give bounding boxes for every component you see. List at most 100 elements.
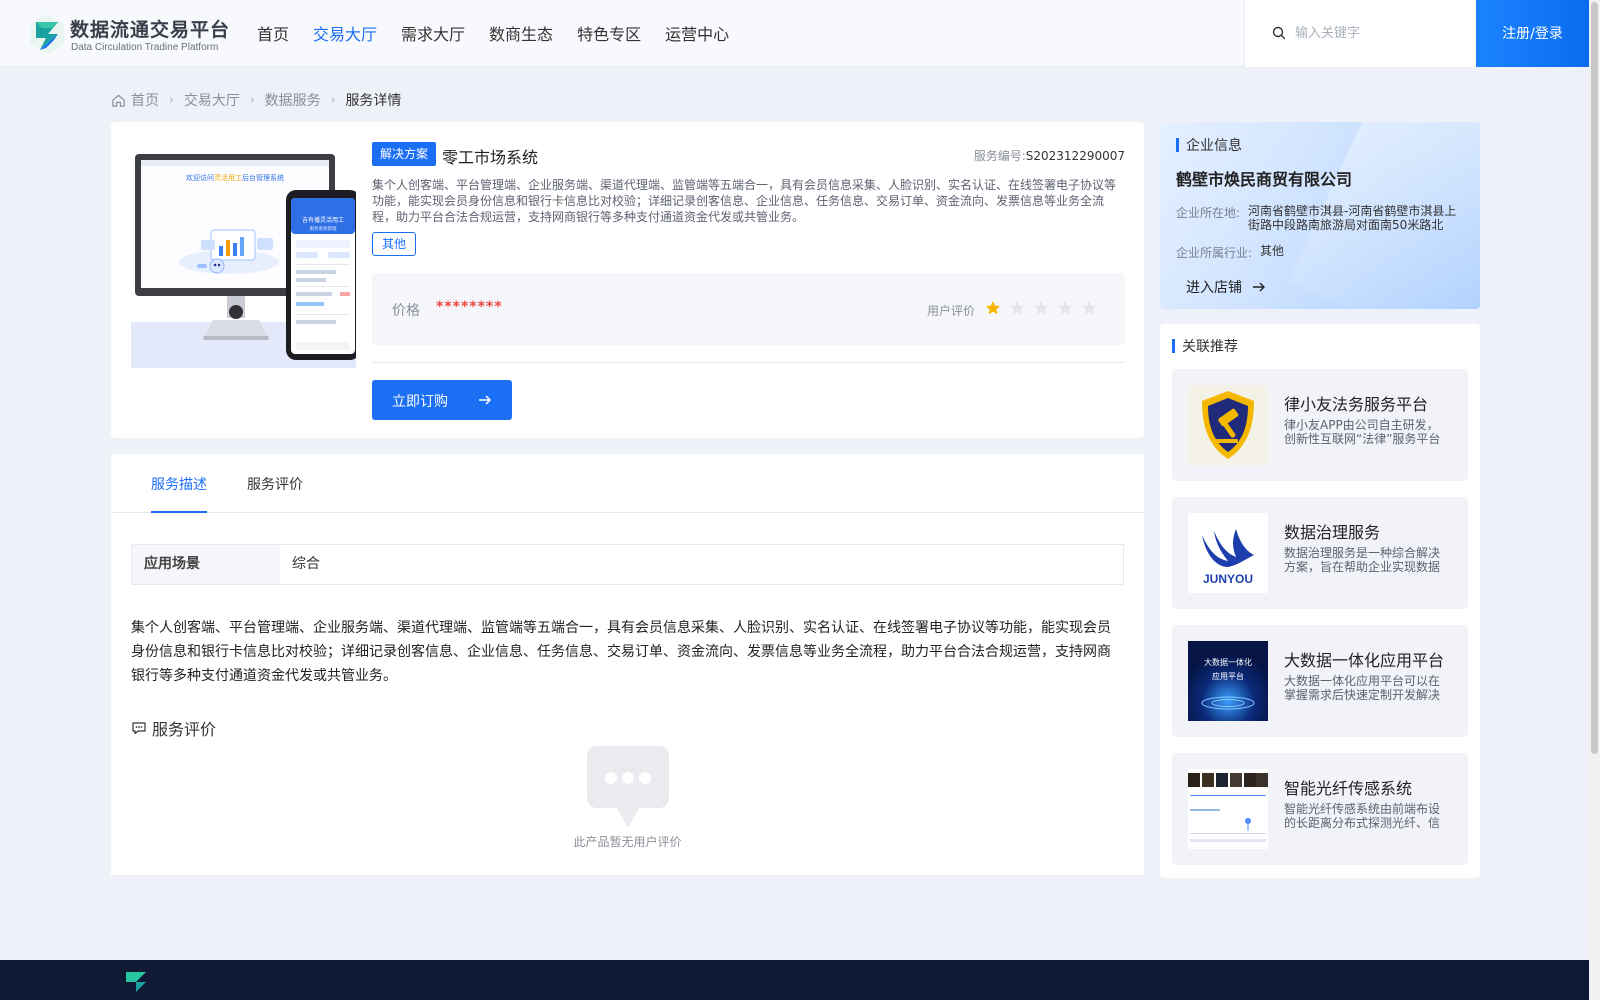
- nav-home[interactable]: 首页: [257, 0, 289, 67]
- order-now-button[interactable]: 立即订购: [372, 380, 512, 420]
- svg-text:应用平台: 应用平台: [1212, 671, 1244, 681]
- nav-operation-center[interactable]: 运营中心: [665, 0, 729, 67]
- logo-subtitle: Data Circulation Tradine Platform: [71, 42, 219, 53]
- company-section-title: 企业信息: [1186, 138, 1242, 154]
- attribute-value: 综合: [292, 556, 320, 572]
- chevron-right-icon: ›: [169, 93, 174, 107]
- site-logo[interactable]: 数据流通交易平台 Data Circulation Tradine Platfo…: [28, 13, 229, 55]
- chat-icon: [132, 722, 146, 735]
- solution-tag: 解决方案: [372, 142, 437, 166]
- reviews-title-text: 服务评价: [152, 720, 217, 739]
- svg-text:欢迎访问灵活用工后台管理系统: 欢迎访问灵活用工后台管理系统: [186, 173, 284, 182]
- logo-icon: [30, 14, 64, 54]
- section-accent-bar: [1176, 138, 1179, 152]
- enter-shop-label: 进入店铺: [1186, 280, 1242, 296]
- category-tag[interactable]: 其他: [372, 232, 417, 256]
- svg-text:大数据一体化: 大数据一体化: [1204, 657, 1252, 667]
- star-empty-icon: [1010, 301, 1024, 315]
- search-input[interactable]: [1295, 20, 1465, 46]
- star-empty-icon: [1058, 301, 1072, 315]
- star-empty-icon: [1034, 301, 1048, 315]
- star-filled-icon: [986, 301, 1000, 315]
- product-card: 欢迎访问灵活用工后台管理系统 吉有播灵活用工 服务系统管理 解决方案 零工市场系…: [111, 122, 1144, 438]
- recommendation-item[interactable]: JUNYOU 数据治理服务 数据治理服务是一种综合解决方案，旨在帮助企业实现数据…: [1172, 497, 1468, 609]
- order-now-label: 立即订购: [392, 394, 448, 410]
- recommendation-item[interactable]: 智能光纤传感系统 智能光纤传感系统由前端布设的长距离分布式探测光纤、信号处理主机…: [1172, 753, 1468, 865]
- breadcrumb: 首页 › 交易大厅 › 数据服务 › 服务详情: [111, 89, 401, 111]
- recommendations-card: 关联推荐 律小友法务服务平台 律小友APP由公司自主研发，创新性互联网“法律”服…: [1160, 324, 1480, 878]
- service-code: 服务编号:S202312290007: [974, 147, 1125, 164]
- tab-service-description[interactable]: 服务描述: [151, 454, 207, 513]
- nav-ecosystem[interactable]: 数商生态: [489, 0, 553, 67]
- star-empty-icon: [1082, 301, 1096, 315]
- nav-demand-hall[interactable]: 需求大厅: [401, 0, 465, 67]
- chevron-right-icon: ›: [249, 93, 255, 107]
- price-box: 价格 ******** 用户评价: [372, 273, 1125, 345]
- recommendation-thumb: [1188, 385, 1268, 465]
- recommendation-desc: 智能光纤传感系统由前端布设的长距离分布式探测光纤、信号处理主机组成: [1284, 802, 1441, 830]
- company-card: 企业信息 鹤壁市焕民商贸有限公司 企业所在地: 河南省鹤壁市淇县-河南省鹤壁市淇…: [1160, 122, 1480, 309]
- bigdata-platform-icon: 大数据一体化 应用平台: [1188, 641, 1268, 721]
- product-title: 零工市场系统: [442, 148, 539, 167]
- fiber-sensing-icon: [1188, 769, 1268, 849]
- chevron-right-icon: ›: [330, 93, 336, 107]
- shield-gavel-icon: [1188, 385, 1268, 465]
- top-header: 数据流通交易平台 Data Circulation Tradine Platfo…: [0, 0, 1589, 67]
- breadcrumb-home[interactable]: 首页: [131, 90, 159, 110]
- recommendations-section-head: 关联推荐: [1172, 336, 1238, 356]
- home-icon: [112, 94, 125, 107]
- divider: [372, 362, 1125, 363]
- recommendation-name: 大数据一体化应用平台: [1284, 651, 1445, 670]
- company-name: 鹤壁市焕民商贸有限公司: [1176, 170, 1353, 189]
- recommendation-desc: 数据治理服务是一种综合解决方案，旨在帮助企业实现数据资产的有效管理: [1284, 546, 1441, 574]
- tab-service-reviews[interactable]: 服务评价: [247, 454, 303, 513]
- attribute-table: 应用场景 综合: [131, 544, 1124, 585]
- search-icon[interactable]: [1272, 26, 1286, 40]
- company-section-head: 企业信息: [1176, 135, 1242, 155]
- detail-tabs: 服务描述 服务评价: [111, 454, 1144, 513]
- attribute-key: 应用场景: [132, 545, 280, 584]
- product-summary: 集个人创客端、平台管理端、企业服务端、渠道代理端、监管端等五端合一，具有会员信息…: [372, 178, 1117, 224]
- svg-text:服务系统管理: 服务系统管理: [310, 225, 337, 232]
- enter-shop-link[interactable]: 进入店铺: [1186, 277, 1266, 297]
- page-scrollbar[interactable]: [1589, 0, 1600, 1000]
- price-label: 价格: [392, 303, 420, 319]
- reviews-section-title: 服务评价: [131, 716, 216, 740]
- company-industry-value: 其他: [1260, 244, 1285, 258]
- scrollbar-thumb[interactable]: [1591, 2, 1598, 754]
- star-rating: [985, 300, 1105, 316]
- search-box: [1244, 0, 1476, 67]
- recommendation-thumb: [1188, 769, 1268, 849]
- service-code-label: 服务编号:: [973, 149, 1026, 163]
- recommendation-thumb: 大数据一体化 应用平台: [1188, 641, 1268, 721]
- recommendation-desc: 律小友APP由公司自主研发，创新性互联网“法律”服务平台: [1284, 418, 1441, 446]
- footer-logo-icon: [126, 972, 146, 992]
- main-nav: 首页 交易大厅 需求大厅 数商生态 特色专区 运营中心: [257, 0, 753, 67]
- service-description: 集个人创客端、平台管理端、企业服务端、渠道代理端、监管端等五端合一，具有会员信息…: [131, 620, 1111, 684]
- recommendations-section-title: 关联推荐: [1182, 339, 1238, 355]
- recommendation-name: 智能光纤传感系统: [1284, 779, 1413, 798]
- login-register-button[interactable]: 注册/登录: [1476, 0, 1589, 67]
- company-industry-label: 企业所属行业:: [1176, 246, 1253, 260]
- rating-label: 用户评价: [927, 304, 976, 318]
- recommendation-item[interactable]: 大数据一体化 应用平台 大数据一体化应用平台 大数据一体化应用平台可以在掌握需求…: [1172, 625, 1468, 737]
- arrow-right-icon: [1253, 282, 1265, 292]
- breadcrumb-trading-hall[interactable]: 交易大厅: [184, 90, 240, 110]
- recommendation-item[interactable]: 律小友法务服务平台 律小友APP由公司自主研发，创新性互联网“法律”服务平台: [1172, 369, 1468, 481]
- recommendation-name: 数据治理服务: [1284, 523, 1381, 542]
- empty-comment-icon: [587, 746, 669, 828]
- recommendation-name: 律小友法务服务平台: [1284, 395, 1429, 414]
- svg-text:JUNYOU: JUNYOU: [1203, 572, 1253, 586]
- breadcrumb-current: 服务详情: [345, 93, 402, 109]
- product-screenshot-illustration: 欢迎访问灵活用工后台管理系统 吉有播灵活用工 服务系统管理: [131, 154, 356, 368]
- price-value: ********: [436, 299, 503, 315]
- svg-text:吉有播灵活用工: 吉有播灵活用工: [302, 216, 344, 224]
- nav-trading-hall[interactable]: 交易大厅: [313, 0, 377, 67]
- breadcrumb-data-service[interactable]: 数据服务: [265, 90, 321, 110]
- nav-special-zone[interactable]: 特色专区: [577, 0, 641, 67]
- detail-card: 服务描述 服务评价 应用场景 综合 集个人创客端、平台管理端、企业服务端、渠道代…: [111, 454, 1144, 875]
- service-code-value: S202312290007: [1025, 149, 1125, 163]
- page-footer: [0, 960, 1589, 1000]
- company-location-value: 河南省鹤壁市淇县-河南省鹤壁市淇县上街路中段路南旅游局对面南50米路北: [1248, 204, 1457, 232]
- recommendation-desc: 大数据一体化应用平台可以在掌握需求后快速定制开发解决方案: [1284, 674, 1441, 702]
